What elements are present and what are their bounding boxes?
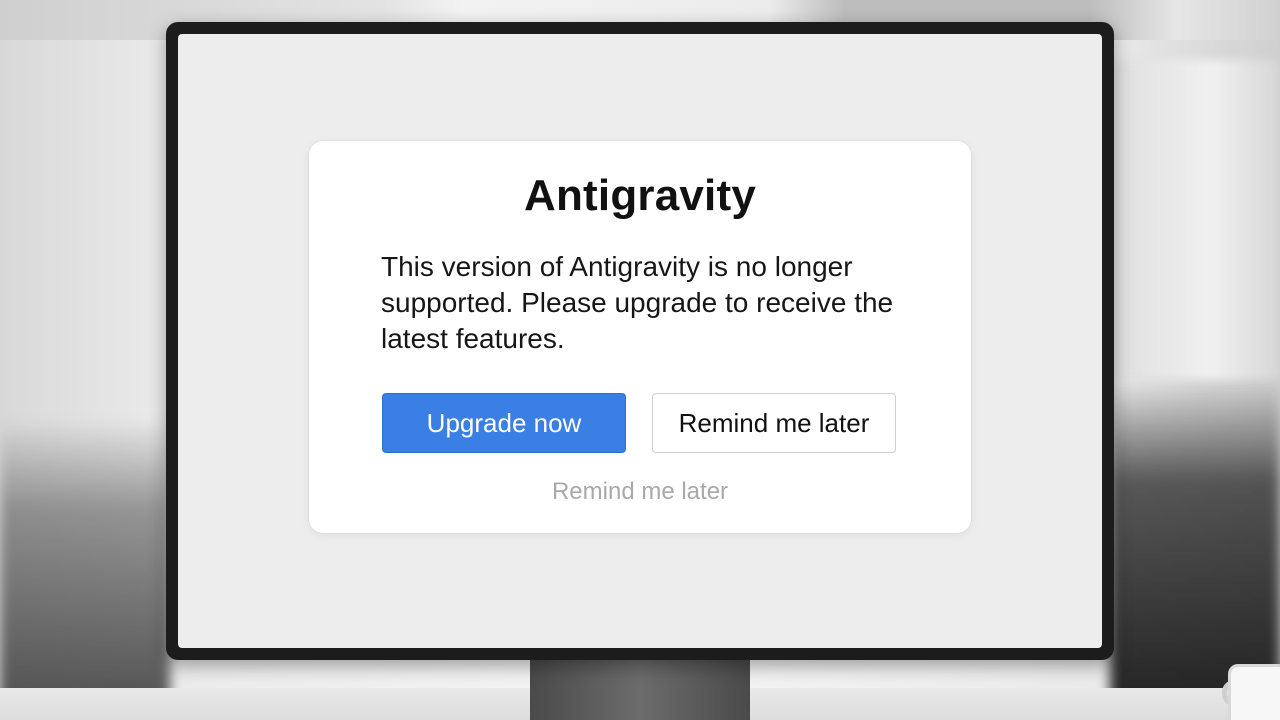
monitor-bezel: Antigravity This version of Antigravity … bbox=[166, 22, 1114, 660]
background-chair-left bbox=[0, 420, 170, 720]
upgrade-now-button[interactable]: Upgrade now bbox=[382, 393, 626, 453]
monitor-screen: Antigravity This version of Antigravity … bbox=[178, 34, 1102, 648]
coffee-mug bbox=[1228, 664, 1280, 720]
dialog-message: This version of Antigravity is no longer… bbox=[381, 251, 894, 354]
remind-me-later-button[interactable]: Remind me later bbox=[652, 393, 896, 453]
background-wall bbox=[1110, 60, 1280, 380]
upgrade-dialog: Antigravity This version of Antigravity … bbox=[309, 141, 971, 533]
remind-me-later-link[interactable]: Remind me later bbox=[309, 478, 971, 506]
dialog-title: Antigravity bbox=[523, 171, 757, 220]
monitor-stand bbox=[530, 658, 750, 720]
